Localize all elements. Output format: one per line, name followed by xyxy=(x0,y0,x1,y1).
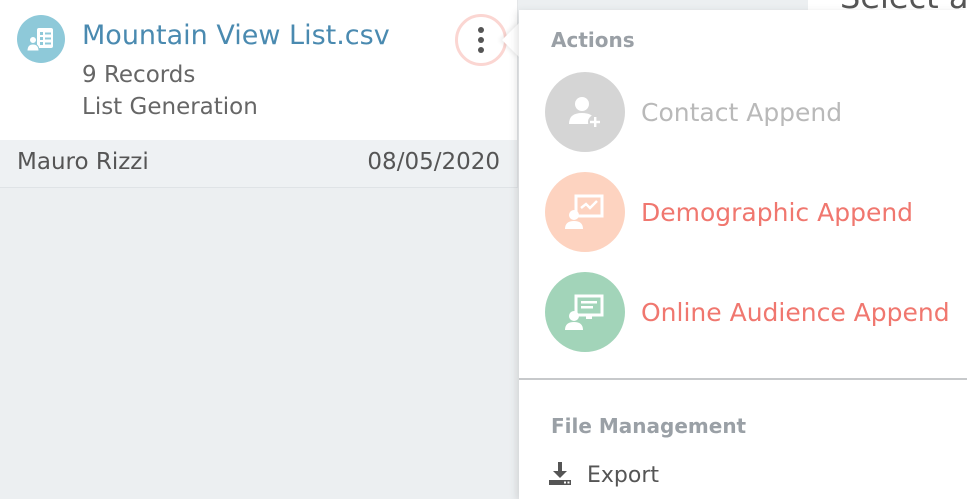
add-contact-icon xyxy=(545,72,625,152)
download-icon xyxy=(547,460,573,490)
kebab-dot xyxy=(478,47,484,53)
actions-dropdown-menu: Actions Contact Append Demographic Appen… xyxy=(519,10,967,499)
online-audience-append-label: Online Audience Append xyxy=(641,297,950,327)
menu-divider xyxy=(519,378,967,380)
kebab-dot xyxy=(478,27,484,33)
background-strip xyxy=(518,0,808,10)
file-management-heading: File Management xyxy=(551,414,747,438)
file-type: List Generation xyxy=(82,94,258,120)
actions-heading: Actions xyxy=(551,28,635,52)
file-name[interactable]: Mountain View List.csv xyxy=(82,20,390,51)
file-card-footer: Mauro Rizzi 08/05/2020 xyxy=(0,140,518,188)
list-file-icon xyxy=(17,15,65,63)
demographic-append-item[interactable]: Demographic Append xyxy=(545,172,965,252)
online-audience-icon xyxy=(545,272,625,352)
export-item[interactable]: Export xyxy=(547,457,659,493)
file-date: 08/05/2020 xyxy=(367,149,500,175)
kebab-dot xyxy=(478,37,484,43)
online-audience-append-item[interactable]: Online Audience Append xyxy=(545,272,965,352)
contact-append-item[interactable]: Contact Append xyxy=(545,72,965,152)
demographic-chart-icon xyxy=(545,172,625,252)
contact-append-label: Contact Append xyxy=(641,97,843,127)
record-count: 9 Records xyxy=(82,62,196,88)
owner-name: Mauro Rizzi xyxy=(17,149,149,175)
file-card[interactable]: Mountain View List.csv 9 Records List Ge… xyxy=(0,0,518,140)
kebab-menu-icon[interactable] xyxy=(455,14,507,66)
export-label: Export xyxy=(587,462,660,488)
demographic-append-label: Demographic Append xyxy=(641,197,914,227)
